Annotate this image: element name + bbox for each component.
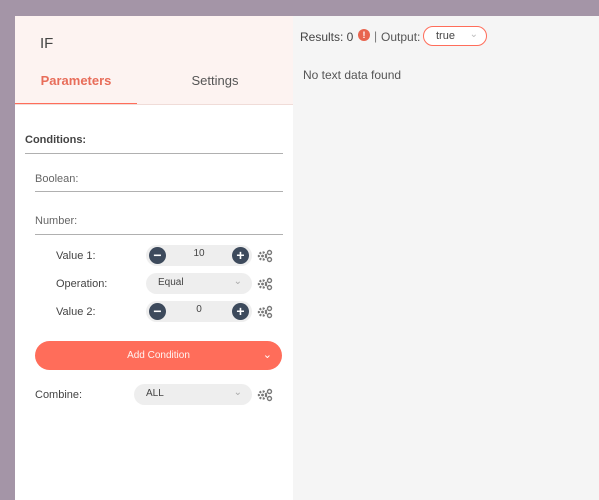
output-label: Output: (381, 30, 421, 44)
operation-select[interactable]: Equal ⌄ (146, 273, 252, 294)
value2-input[interactable]: 0 (166, 304, 232, 315)
tab-bar: Parameters Settings (15, 72, 293, 105)
node-title[interactable]: IF (40, 35, 53, 52)
conditions-label: Conditions: (25, 134, 87, 146)
add-condition-label: Add Condition (127, 350, 190, 361)
operation-label: Operation: (56, 278, 108, 290)
output-branch-select[interactable]: true ⌄ (423, 26, 487, 46)
combine-options-gear-icon[interactable] (257, 388, 273, 402)
number-divider (35, 234, 283, 235)
value1-input[interactable]: 10 (166, 248, 232, 259)
node-parameters-panel: IF Parameters Settings Conditions: Boole… (15, 16, 293, 500)
output-panel: Results: 0 ! | Output: true ⌄ No text da… (293, 16, 599, 500)
value2-label: Value 2: (56, 306, 96, 318)
results-count: Results: 0 (300, 30, 354, 44)
separator: | (374, 29, 378, 43)
add-condition-button[interactable]: Add Condition ⌄ (35, 341, 282, 370)
combine-selected-value: ALL (146, 388, 164, 399)
header-divider (15, 104, 293, 105)
boolean-divider (35, 191, 283, 192)
value2-options-gear-icon[interactable] (257, 305, 273, 319)
combine-select[interactable]: ALL ⌄ (134, 384, 252, 405)
value1-decrement-button[interactable]: − (149, 247, 166, 264)
value1-options-gear-icon[interactable] (257, 249, 273, 263)
number-label: Number: (35, 215, 78, 227)
output-selected-value: true (436, 30, 455, 42)
chevron-down-icon: ⌄ (233, 276, 242, 287)
conditions-divider (25, 153, 283, 154)
tab-settings[interactable]: Settings (137, 72, 293, 105)
panel-header: IF Parameters Settings (15, 16, 293, 105)
chevron-down-icon: ⌄ (469, 29, 478, 40)
combine-label: Combine: (35, 389, 83, 401)
chevron-down-icon: ⌄ (262, 349, 272, 361)
value2-stepper[interactable]: − 0 + (146, 301, 252, 322)
value2-decrement-button[interactable]: − (149, 303, 166, 320)
value1-increment-button[interactable]: + (232, 247, 249, 264)
empty-output-message: No text data found (303, 68, 402, 82)
value2-increment-button[interactable]: + (232, 303, 249, 320)
operation-options-gear-icon[interactable] (257, 277, 273, 291)
chevron-down-icon: ⌄ (233, 387, 242, 398)
value1-label: Value 1: (56, 250, 96, 262)
tab-parameters[interactable]: Parameters (15, 72, 137, 105)
value1-stepper[interactable]: − 10 + (146, 245, 252, 266)
info-icon[interactable]: ! (358, 29, 370, 41)
operation-selected-value: Equal (158, 277, 184, 288)
boolean-label: Boolean: (35, 173, 79, 185)
